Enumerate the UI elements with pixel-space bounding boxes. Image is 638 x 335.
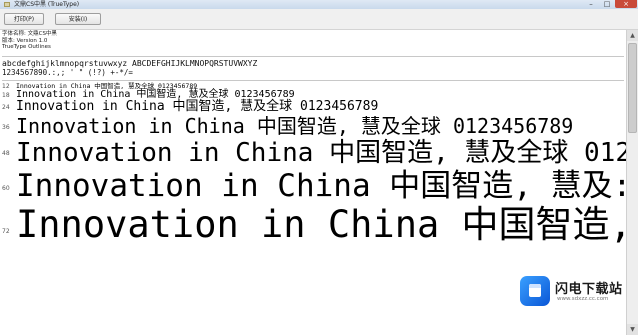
title-bar: 文鼎CS中黑 (TrueType) – □ × (0, 0, 638, 9)
scroll-up-arrow-icon[interactable]: ▲ (627, 30, 638, 41)
sample-size-label: 72 (2, 228, 10, 235)
character-set-preview: abcdefghijklmnopqrstuvwxyz ABCDEFGHIJKLM… (2, 59, 622, 77)
toolbar: 打印(P) 安装(I) (0, 9, 638, 30)
watermark-name: 闪电下载站 (555, 282, 623, 297)
sample-text: Innovation in China 中国智造, 慧及全球 0123 (16, 138, 626, 168)
font-info: 字体名称: 文鼎CS中黑 版本: Version 1.0 TrueType Ou… (2, 31, 622, 51)
sample-size-label: 36 (2, 124, 10, 131)
print-button[interactable]: 打印(P) (4, 13, 44, 25)
sample-size-label: 60 (2, 185, 10, 192)
minimize-button[interactable]: – (583, 0, 599, 8)
site-watermark: 闪电下载站 www.sdxzz.cc.com (520, 275, 632, 309)
sample-size-label: 18 (2, 92, 10, 99)
sample-text: Innovation in China 中国智造, 慧及全球 012345678… (16, 99, 379, 114)
maximize-button[interactable]: □ (599, 0, 615, 8)
cube-top-icon (529, 284, 541, 288)
sample-size-label: 48 (2, 150, 10, 157)
font-file-icon (4, 2, 10, 7)
scroll-down-arrow-icon[interactable]: ▼ (627, 324, 638, 335)
charset-letters: abcdefghijklmnopqrstuvwxyz ABCDEFGHIJKLM… (2, 59, 258, 68)
sample-text: Innovation in China 中国智造, 慧及: (16, 168, 626, 204)
install-button[interactable]: 安装(I) (55, 13, 101, 25)
font-viewer-window: 文鼎CS中黑 (TrueType) – □ × 打印(P) 安装(I) 字体名称… (0, 0, 638, 335)
scrollbar-thumb[interactable] (628, 43, 637, 133)
sample-text: Innovation in China 中国智造, (16, 203, 626, 246)
watermark-logo-icon (520, 276, 550, 306)
sample-size-label: 24 (2, 104, 10, 111)
window-title: 文鼎CS中黑 (TrueType) (14, 1, 80, 8)
watermark-url: www.sdxzz.cc.com (557, 296, 609, 302)
sample-text: Innovation in China 中国智造, 慧及全球 012345678… (16, 114, 574, 138)
font-type: TrueType Outlines (2, 44, 51, 50)
charset-digits-symbols: 1234567890.:,; ' " (!?) +-*/= (2, 68, 133, 77)
close-button[interactable]: × (615, 0, 637, 8)
divider (2, 56, 624, 57)
sample-size-label: 12 (2, 83, 10, 90)
